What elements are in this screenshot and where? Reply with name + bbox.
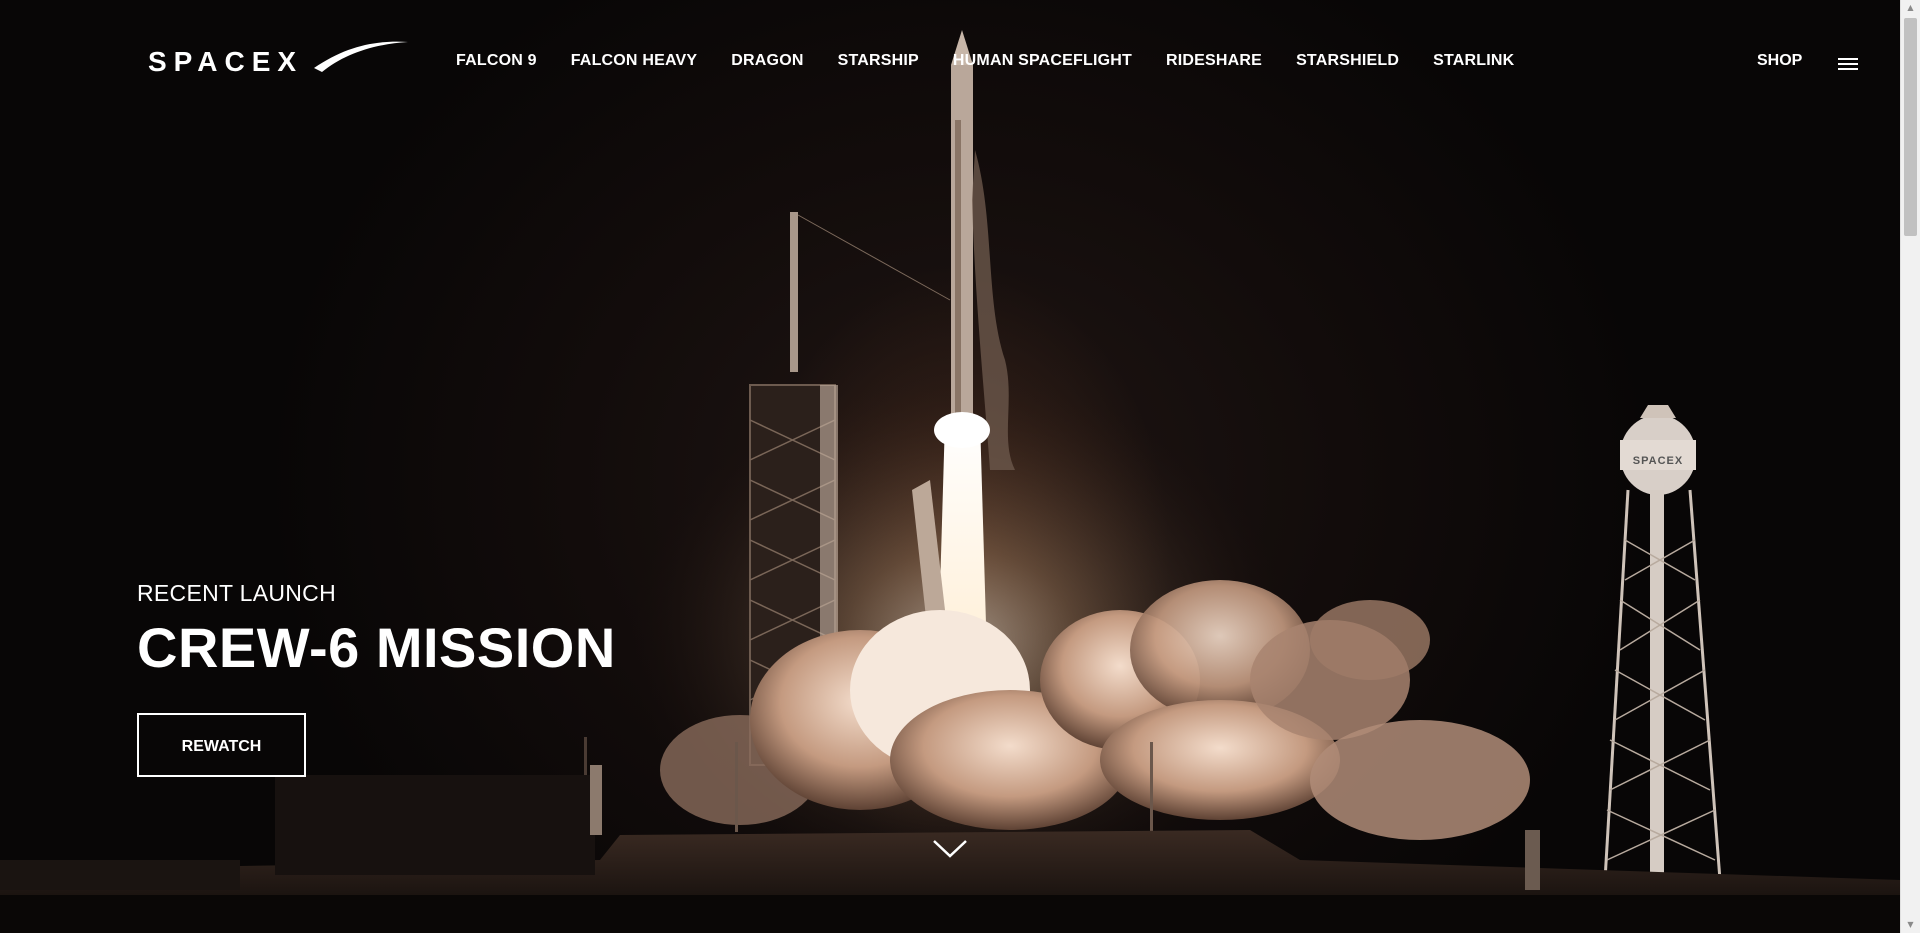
spacex-logo[interactable]: SPACEX bbox=[146, 38, 410, 78]
logo-swoosh-icon bbox=[314, 41, 408, 72]
nav-item-starlink[interactable]: STARLINK bbox=[1433, 52, 1514, 70]
water-tower: SPACEX bbox=[1603, 405, 1722, 881]
hamburger-menu-icon[interactable] bbox=[1838, 58, 1858, 72]
scrollbar-thumb[interactable] bbox=[1904, 18, 1917, 236]
menu-line bbox=[1838, 63, 1858, 65]
hero-title: CREW-6 MISSION bbox=[137, 616, 616, 679]
nav-item-starship[interactable]: STARSHIP bbox=[838, 52, 919, 70]
rewatch-button[interactable]: REWATCH bbox=[137, 712, 306, 777]
nav-item-starshield[interactable]: STARSHIELD bbox=[1296, 52, 1399, 70]
chevron-down-icon[interactable] bbox=[932, 838, 968, 860]
shop-link[interactable]: SHOP bbox=[1757, 52, 1802, 70]
logo-wordmark: SPACEX bbox=[148, 46, 303, 77]
hero-section: RECENT LAUNCH CREW-6 MISSION REWATCH bbox=[137, 580, 616, 777]
site-header: SPACEX FALCON 9 FALCON HEAVY DRAGON STAR… bbox=[0, 0, 1900, 130]
hero-eyebrow: RECENT LAUNCH bbox=[137, 580, 337, 606]
launch-scene-image: SPACEX bbox=[0, 30, 1900, 933]
scroll-down-arrow-icon[interactable]: ▼ bbox=[1901, 917, 1920, 933]
nav-item-falcon-heavy[interactable]: FALCON HEAVY bbox=[571, 52, 698, 70]
page-viewport: SPACEX SPACEX FALCON 9 FALCON HEAVY DRAG… bbox=[0, 0, 1900, 933]
nav-item-falcon-9[interactable]: FALCON 9 bbox=[456, 52, 537, 70]
nav-item-human-spaceflight[interactable]: HUMAN SPACEFLIGHT bbox=[953, 52, 1132, 70]
main-nav: FALCON 9 FALCON HEAVY DRAGON STARSHIP HU… bbox=[456, 52, 1514, 70]
menu-line bbox=[1838, 68, 1858, 70]
nav-item-rideshare[interactable]: RIDESHARE bbox=[1166, 52, 1262, 70]
scroll-up-arrow-icon[interactable]: ▲ bbox=[1901, 0, 1920, 16]
water-tower-label: SPACEX bbox=[1633, 455, 1683, 467]
nav-item-dragon[interactable]: DRAGON bbox=[731, 52, 803, 70]
menu-line bbox=[1838, 58, 1858, 60]
page-scrollbar[interactable]: ▲ ▼ bbox=[1900, 0, 1920, 933]
